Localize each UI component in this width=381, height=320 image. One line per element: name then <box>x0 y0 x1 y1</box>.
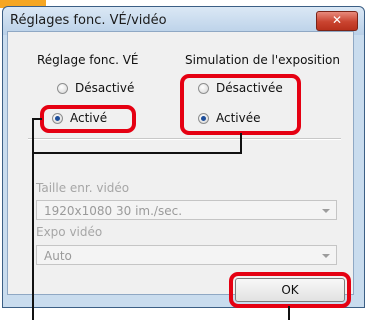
radio-button[interactable] <box>57 83 68 94</box>
chevron-down-icon <box>322 254 330 258</box>
dialog-title: Réglages fonc. VÉ/vidéo <box>10 13 167 28</box>
highlight-live-view-enable <box>40 105 136 133</box>
exposure-sim-heading: Simulation de l'exposition <box>185 53 340 67</box>
callout-leader-line <box>34 152 242 154</box>
callout-leader-line <box>240 133 242 154</box>
callout-leader-line <box>288 306 290 320</box>
close-icon: ✕ <box>331 13 343 27</box>
highlight-ok-button <box>229 272 351 308</box>
movie-exposure-label: Expo vidéo <box>36 225 103 239</box>
callout-leader-line <box>32 118 34 320</box>
movie-size-label: Taille enr. vidéo <box>36 181 130 195</box>
movie-exposure-value: Auto <box>44 249 72 263</box>
highlight-exposure-sim <box>180 74 301 135</box>
chevron-down-icon <box>322 209 330 213</box>
separator <box>28 138 341 140</box>
movie-size-dropdown[interactable]: 1920x1080 30 im./sec. <box>36 200 337 220</box>
movie-size-value: 1920x1080 30 im./sec. <box>44 204 183 218</box>
radio-label: Désactivé <box>75 81 135 95</box>
live-view-heading: Réglage fonc. VÉ <box>37 53 139 67</box>
close-button[interactable]: ✕ <box>316 11 358 31</box>
movie-exposure-dropdown[interactable]: Auto <box>36 245 337 265</box>
